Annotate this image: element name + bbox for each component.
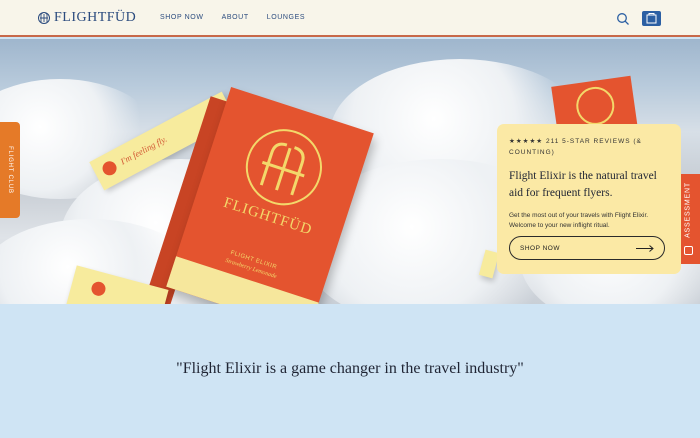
arrow-right-icon xyxy=(636,245,654,252)
nav-about[interactable]: ABOUT xyxy=(222,14,249,21)
main-nav: SHOP NOW ABOUT LOUNGES xyxy=(160,14,305,21)
site-header: FLIGHTFÜD SHOP NOW ABOUT LOUNGES xyxy=(0,0,700,37)
shop-now-button[interactable]: SHOP NOW xyxy=(509,236,665,260)
logo-icon xyxy=(38,12,50,24)
review-summary: ★★★★★ 211 5-STAR REVIEWS (& COUNTING) xyxy=(509,136,669,158)
shop-now-label: SHOP NOW xyxy=(520,244,560,252)
promo-card: ★★★★★ 211 5-STAR REVIEWS (& COUNTING) Fl… xyxy=(497,124,681,274)
brand-name: FLIGHTFÜD xyxy=(54,10,137,25)
promo-description: Get the most out of your travels with Fl… xyxy=(509,212,649,229)
nav-shop-now[interactable]: SHOP NOW xyxy=(160,14,204,21)
brand-logo[interactable]: FLIGHTFÜD xyxy=(38,10,136,26)
search-icon[interactable] xyxy=(616,12,630,26)
brand-emblem-icon xyxy=(236,119,332,216)
clipboard-icon xyxy=(684,246,693,255)
shopping-bag-icon[interactable] xyxy=(642,11,661,26)
nav-lounges[interactable]: LOUNGES xyxy=(267,14,305,21)
emblem-icon xyxy=(100,158,120,178)
flight-club-label: FLIGHT CLUB xyxy=(7,146,13,194)
emblem-icon xyxy=(89,280,108,298)
flight-club-tab[interactable]: FLIGHT CLUB xyxy=(0,122,20,218)
promo-headline: Flight Elixir is the natural travel aid … xyxy=(509,170,657,199)
star-rating-icon: ★★★★★ xyxy=(509,138,544,145)
testimonial-quote: "Flight Elixir is a game changer in the … xyxy=(176,360,524,377)
brand-emblem-icon xyxy=(573,84,617,128)
assessment-label: ASSESSMENT xyxy=(684,182,692,238)
